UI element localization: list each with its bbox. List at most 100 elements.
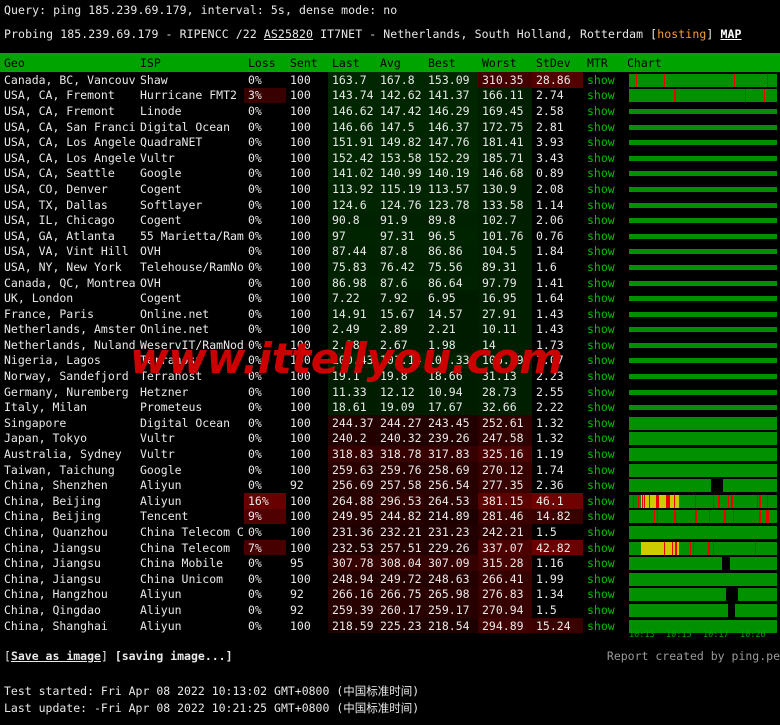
column-header-worst[interactable]: Worst — [478, 53, 532, 72]
mtr-show-link[interactable]: show — [583, 353, 627, 369]
mtr-show-label[interactable]: show — [587, 478, 615, 492]
mtr-show-link[interactable]: show — [583, 306, 627, 322]
column-header-stdev[interactable]: StDev — [532, 53, 583, 72]
mtr-show-link[interactable]: show — [583, 571, 627, 587]
mtr-show-link[interactable]: show — [583, 228, 627, 244]
mtr-show-label[interactable]: show — [587, 338, 615, 352]
mtr-show-link[interactable]: show — [583, 509, 627, 525]
mtr-show-label[interactable]: show — [587, 603, 615, 617]
mtr-show-link[interactable]: show — [583, 415, 627, 431]
cell-stdev: 2.08 — [532, 181, 583, 197]
mtr-show-label[interactable]: show — [587, 525, 615, 539]
cell-geo: USA, IL, Chicago — [0, 212, 136, 228]
mtr-show-label[interactable]: show — [587, 198, 615, 212]
mtr-show-link[interactable]: show — [583, 431, 627, 447]
mtr-show-label[interactable]: show — [587, 291, 615, 305]
mtr-show-label[interactable]: show — [587, 463, 615, 477]
mtr-show-label[interactable]: show — [587, 166, 615, 180]
mtr-show-link[interactable]: show — [583, 72, 627, 88]
column-header-avg[interactable]: Avg — [376, 53, 424, 72]
mtr-show-label[interactable]: show — [587, 385, 615, 399]
mtr-show-link[interactable]: show — [583, 618, 627, 634]
cell-chart — [627, 446, 780, 462]
mtr-show-link[interactable]: show — [583, 103, 627, 119]
mtr-show-link[interactable]: show — [583, 166, 627, 182]
mtr-show-label[interactable]: show — [587, 447, 615, 461]
mtr-show-link[interactable]: show — [583, 462, 627, 478]
mtr-show-label[interactable]: show — [587, 244, 615, 258]
mtr-show-label[interactable]: show — [587, 416, 615, 430]
mtr-show-label[interactable]: show — [587, 120, 615, 134]
mtr-show-link[interactable]: show — [583, 275, 627, 291]
mtr-show-link[interactable]: show — [583, 88, 627, 104]
cell-last: 249.95 — [328, 509, 376, 525]
mtr-show-label[interactable]: show — [587, 307, 615, 321]
mtr-show-label[interactable]: show — [587, 572, 615, 586]
cell-chart — [627, 119, 780, 135]
mtr-show-label[interactable]: show — [587, 587, 615, 601]
as-number-link[interactable]: AS25820 — [264, 27, 313, 41]
mtr-show-label[interactable]: show — [587, 369, 615, 383]
cell-best: 146.37 — [424, 119, 478, 135]
column-header-last[interactable]: Last — [328, 53, 376, 72]
cell-stdev: 3.43 — [532, 150, 583, 166]
mtr-show-label[interactable]: show — [587, 229, 615, 243]
mtr-show-link[interactable]: show — [583, 119, 627, 135]
mtr-show-label[interactable]: show — [587, 431, 615, 445]
mtr-show-label[interactable]: show — [587, 509, 615, 523]
mtr-show-link[interactable]: show — [583, 244, 627, 260]
mtr-show-link[interactable]: show — [583, 555, 627, 571]
mtr-show-link[interactable]: show — [583, 524, 627, 540]
mtr-show-link[interactable]: show — [583, 399, 627, 415]
cell-isp: China Mobile — [136, 555, 244, 571]
mtr-show-label[interactable]: show — [587, 260, 615, 274]
cell-worst: 104.5 — [478, 244, 532, 260]
cell-chart — [627, 587, 780, 603]
mtr-show-link[interactable]: show — [583, 384, 627, 400]
cell-isp: Aliyun — [136, 493, 244, 509]
mtr-show-link[interactable]: show — [583, 446, 627, 462]
mtr-show-link[interactable]: show — [583, 181, 627, 197]
mtr-show-link[interactable]: show — [583, 337, 627, 353]
mtr-show-label[interactable]: show — [587, 400, 615, 414]
mtr-show-label[interactable]: show — [587, 619, 615, 633]
mtr-show-link[interactable]: show — [583, 150, 627, 166]
mtr-show-link[interactable]: show — [583, 290, 627, 306]
mtr-show-link[interactable]: show — [583, 259, 627, 275]
mtr-show-link[interactable]: show — [583, 477, 627, 493]
column-header-sent[interactable]: Sent — [286, 53, 328, 72]
mtr-show-label[interactable]: show — [587, 213, 615, 227]
cell-loss: 0% — [244, 384, 286, 400]
mtr-show-label[interactable]: show — [587, 353, 615, 367]
save-as-image-button[interactable]: Save as image — [11, 649, 101, 663]
mtr-show-label[interactable]: show — [587, 151, 615, 165]
mtr-show-link[interactable]: show — [583, 587, 627, 603]
mtr-show-label[interactable]: show — [587, 182, 615, 196]
cell-avg: 76.42 — [376, 259, 424, 275]
mtr-show-label[interactable]: show — [587, 541, 615, 555]
chart-sparkline — [629, 448, 777, 461]
mtr-show-label[interactable]: show — [587, 135, 615, 149]
mtr-show-link[interactable]: show — [583, 368, 627, 384]
mtr-show-label[interactable]: show — [587, 556, 615, 570]
column-header-geo[interactable]: Geo — [0, 53, 136, 72]
mtr-show-link[interactable]: show — [583, 540, 627, 556]
mtr-show-link[interactable]: show — [583, 212, 627, 228]
mtr-show-link[interactable]: show — [583, 493, 627, 509]
map-link[interactable]: MAP — [720, 27, 741, 41]
mtr-show-label[interactable]: show — [587, 276, 615, 290]
mtr-show-label[interactable]: show — [587, 322, 615, 336]
mtr-show-link[interactable]: show — [583, 134, 627, 150]
mtr-show-label[interactable]: show — [587, 104, 615, 118]
column-header-isp[interactable]: ISP — [136, 53, 244, 72]
mtr-show-link[interactable]: show — [583, 197, 627, 213]
column-header-best[interactable]: Best — [424, 53, 478, 72]
mtr-show-link[interactable]: show — [583, 602, 627, 618]
column-header-loss[interactable]: Loss — [244, 53, 286, 72]
mtr-show-label[interactable]: show — [587, 73, 615, 87]
chart-sparkline — [629, 199, 777, 212]
mtr-show-label[interactable]: show — [587, 88, 615, 102]
cell-avg: 142.62 — [376, 88, 424, 104]
mtr-show-label[interactable]: show — [587, 494, 615, 508]
mtr-show-link[interactable]: show — [583, 322, 627, 338]
